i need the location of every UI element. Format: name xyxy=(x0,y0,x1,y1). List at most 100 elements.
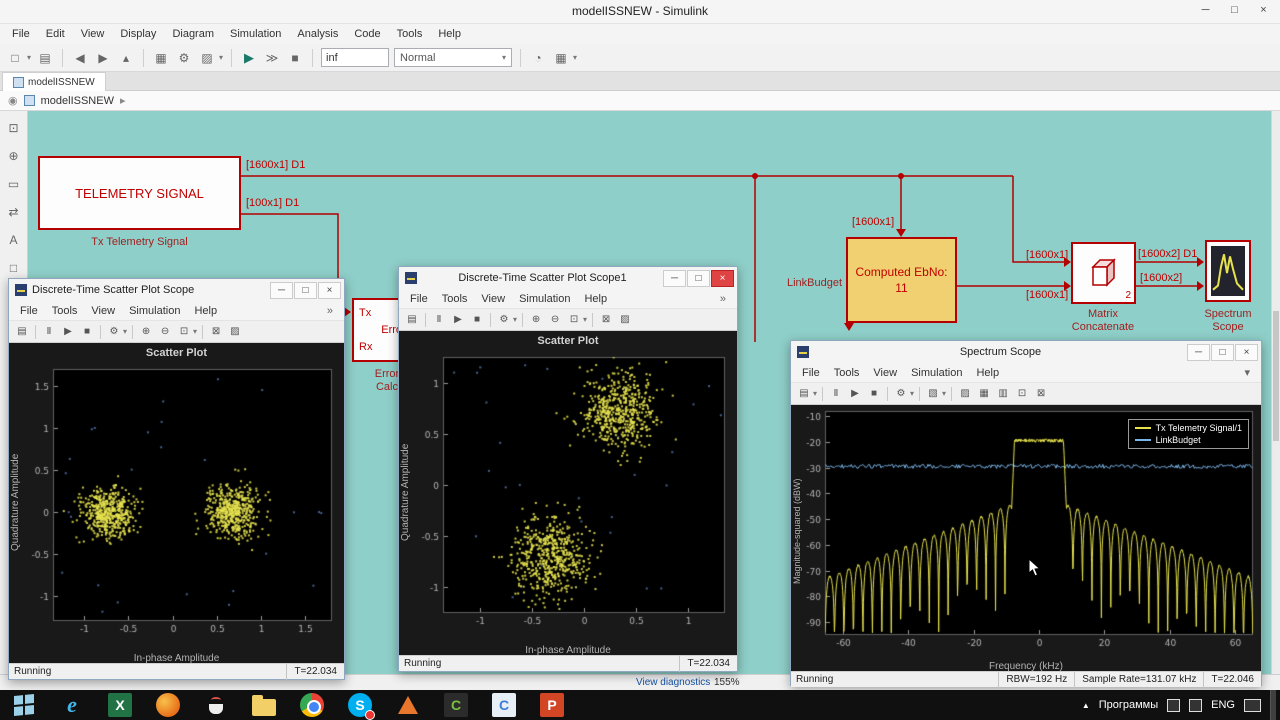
menu-help[interactable]: Help xyxy=(969,365,1006,381)
show-desktop-button[interactable] xyxy=(1270,690,1276,720)
maximize-icon[interactable]: □ xyxy=(687,270,710,287)
programs-label[interactable]: Программы xyxy=(1099,699,1158,711)
model-explorer-icon[interactable]: ▨ xyxy=(198,49,216,67)
zoom-box-icon[interactable]: ⊡ xyxy=(176,324,192,340)
annotation-icon[interactable]: ⊡ xyxy=(8,121,18,135)
menu-analysis[interactable]: Analysis xyxy=(289,25,346,43)
canvas-vertical-scrollbar[interactable] xyxy=(1271,111,1280,674)
crosshair-icon[interactable]: ⊠ xyxy=(208,324,224,340)
breadcrumb-label[interactable]: modelISSNEW xyxy=(41,95,114,107)
menu-code[interactable]: Code xyxy=(346,25,388,43)
model-settings-icon[interactable]: ⚙ xyxy=(175,49,193,67)
peaks-toggle-icon[interactable]: ⊠ xyxy=(1033,386,1049,402)
menu-diagram[interactable]: Diagram xyxy=(164,25,222,43)
close-icon[interactable]: × xyxy=(318,282,341,299)
run-icon[interactable]: ▶ xyxy=(240,49,258,67)
crosshair-icon[interactable]: ⊠ xyxy=(598,312,614,328)
print-icon[interactable]: ▤ xyxy=(796,386,812,402)
powerpoint-icon[interactable]: P xyxy=(539,692,565,718)
linkbudget-block[interactable]: Computed EbNo: 11 xyxy=(846,237,957,323)
minimize-icon[interactable]: ─ xyxy=(1191,0,1220,20)
tab-modelissnew[interactable]: modelISSNEW xyxy=(2,72,106,91)
internet-explorer-icon[interactable]: e xyxy=(59,692,85,718)
touch-keyboard-icon[interactable] xyxy=(1244,699,1261,712)
area-icon[interactable]: ▭ xyxy=(8,177,19,191)
menu-edit[interactable]: Edit xyxy=(38,25,73,43)
stop-icon[interactable]: ■ xyxy=(866,386,882,402)
close-icon[interactable]: × xyxy=(711,270,734,287)
play-icon[interactable]: ▶ xyxy=(450,312,466,328)
minimize-icon[interactable]: ─ xyxy=(270,282,293,299)
grid-toggle-icon[interactable]: ▦ xyxy=(976,386,992,402)
excel-icon[interactable]: X xyxy=(107,692,133,718)
maximize-icon[interactable]: □ xyxy=(1211,344,1234,361)
menu-view[interactable]: View xyxy=(866,365,904,381)
menu-simulation[interactable]: Simulation xyxy=(122,303,187,319)
tray-expand-icon[interactable]: ▲ xyxy=(1082,701,1090,710)
zoom-out-icon[interactable]: ⊖ xyxy=(157,324,173,340)
start-button[interactable] xyxy=(11,692,37,718)
zoom-in-icon[interactable]: ⊕ xyxy=(138,324,154,340)
minimize-icon[interactable]: ─ xyxy=(663,270,686,287)
menu-help[interactable]: Help xyxy=(577,291,614,307)
open-icon[interactable]: ▤ xyxy=(36,49,54,67)
build-icon[interactable]: ▦ xyxy=(552,49,570,67)
spectrum-settings-icon[interactable]: ▧ xyxy=(925,386,941,402)
breadcrumb[interactable]: ◉ modelISSNEW ▸ xyxy=(0,91,1280,111)
refresh-icon[interactable]: ◔ xyxy=(529,49,547,67)
print-icon[interactable]: ▤ xyxy=(404,312,420,328)
menu-file[interactable]: File xyxy=(13,303,45,319)
scrollbar-thumb[interactable] xyxy=(1273,311,1279,441)
chrome-icon[interactable] xyxy=(299,692,325,718)
view-diagnostics-link[interactable]: View diagnostics xyxy=(636,677,710,688)
scope-titlebar[interactable]: Spectrum Scope ─ □ × xyxy=(791,341,1261,363)
matrix-concatenate-block[interactable]: 2 xyxy=(1071,242,1136,304)
file-explorer-icon[interactable] xyxy=(251,692,277,718)
swap-icon[interactable]: ⇄ xyxy=(8,205,18,219)
stop-time-input[interactable] xyxy=(321,48,389,67)
step-forward-icon[interactable]: ≫ xyxy=(263,49,281,67)
new-model-icon[interactable]: □ xyxy=(6,49,24,67)
menu-overflow-icon[interactable]: ▾ xyxy=(1237,364,1257,381)
skype-icon[interactable]: S xyxy=(347,692,373,718)
menu-file[interactable]: File xyxy=(795,365,827,381)
maximize-icon[interactable]: □ xyxy=(1220,0,1249,20)
up-to-parent-icon[interactable]: ▴ xyxy=(117,49,135,67)
stop-icon[interactable]: ■ xyxy=(469,312,485,328)
menu-help[interactable]: Help xyxy=(187,303,224,319)
menu-tools[interactable]: Tools xyxy=(389,25,431,43)
play-icon[interactable]: ▶ xyxy=(60,324,76,340)
chart-toggle-icon[interactable]: ▥ xyxy=(995,386,1011,402)
scope-titlebar[interactable]: Discrete-Time Scatter Plot Scope ─ □ × xyxy=(9,279,344,301)
settings-icon[interactable]: ⚙ xyxy=(106,324,122,340)
menu-tools[interactable]: Tools xyxy=(827,365,867,381)
forward-icon[interactable]: ▶ xyxy=(94,49,112,67)
back-icon[interactable]: ◀ xyxy=(71,49,89,67)
menu-display[interactable]: Display xyxy=(112,25,164,43)
close-icon[interactable]: × xyxy=(1235,344,1258,361)
settings-icon[interactable]: ⚙ xyxy=(496,312,512,328)
pause-icon[interactable]: Ⅱ xyxy=(828,386,844,402)
zoom-out-icon[interactable]: ⊖ xyxy=(547,312,563,328)
settings-icon[interactable]: ⚙ xyxy=(893,386,909,402)
simulink-titlebar[interactable]: modelISSNEW - Simulink ─ □ × xyxy=(0,0,1280,24)
text-tool-icon[interactable]: A xyxy=(9,233,17,247)
menu-file[interactable]: File xyxy=(4,25,38,43)
measure-toggle-icon[interactable]: ▨ xyxy=(957,386,973,402)
close-icon[interactable]: × xyxy=(1249,0,1278,20)
menu-overflow-icon[interactable]: » xyxy=(713,291,733,307)
minimize-icon[interactable]: ─ xyxy=(1187,344,1210,361)
firefox-icon[interactable] xyxy=(155,692,181,718)
menu-help[interactable]: Help xyxy=(430,25,469,43)
menu-file[interactable]: File xyxy=(403,291,435,307)
pause-icon[interactable]: Ⅱ xyxy=(431,312,447,328)
measure-icon[interactable]: ▨ xyxy=(617,312,633,328)
menu-overflow-icon[interactable]: » xyxy=(320,303,340,319)
tray-icon-2[interactable] xyxy=(1189,699,1202,712)
scatter-plot-canvas[interactable] xyxy=(399,351,737,639)
pause-icon[interactable]: Ⅱ xyxy=(41,324,57,340)
tray-icon-1[interactable] xyxy=(1167,699,1180,712)
zoom-icon[interactable]: ⊕ xyxy=(8,149,18,163)
menu-view[interactable]: View xyxy=(84,303,122,319)
maximize-icon[interactable]: □ xyxy=(294,282,317,299)
